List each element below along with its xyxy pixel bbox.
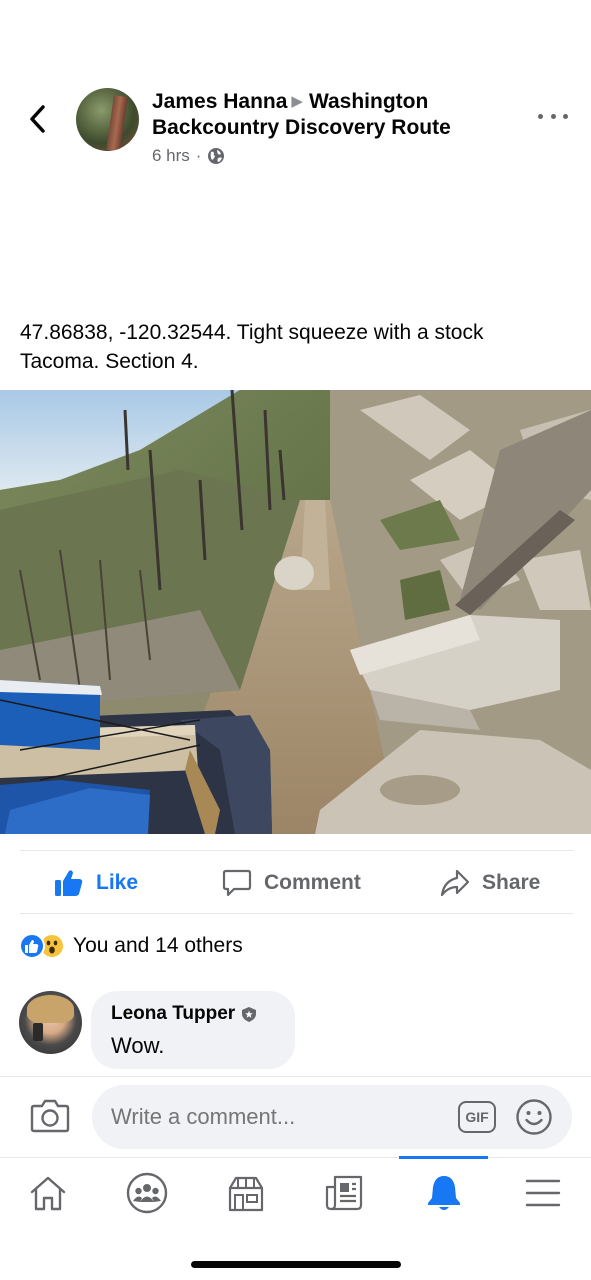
newspaper-icon [325, 1175, 363, 1211]
thumbs-up-icon [55, 870, 83, 896]
menu-icon [525, 1179, 561, 1207]
post-meta: 6 hrs · [152, 146, 225, 166]
admin-badge-icon [242, 1006, 257, 1022]
bottom-tab-bar [0, 1156, 591, 1228]
tab-notifications[interactable] [404, 1158, 484, 1228]
bell-icon [428, 1176, 460, 1210]
comment-text: Wow. [111, 1033, 165, 1058]
back-button[interactable] [22, 104, 52, 134]
like-reaction-icon [19, 933, 45, 959]
reactions-summary[interactable]: You and 14 others [19, 932, 243, 960]
avatar[interactable] [19, 991, 82, 1054]
comment-author[interactable]: Leona Tupper [111, 1003, 257, 1025]
like-button[interactable]: Like [54, 851, 138, 915]
chevron-left-icon [30, 105, 45, 133]
smiley-icon [516, 1099, 552, 1135]
post-header: James Hanna ▶ Washington Backcountry Disco… [0, 86, 591, 176]
share-button[interactable]: Share [440, 851, 540, 915]
post-author-line: James Hanna ▶ Washington Backcountry Disco… [152, 89, 492, 141]
camera-button[interactable] [30, 1097, 70, 1133]
more-options-button[interactable] [538, 106, 568, 126]
globe-icon [208, 148, 225, 164]
share-label: Share [482, 871, 541, 894]
comment-input[interactable] [92, 1085, 572, 1149]
emoji-button[interactable] [515, 1098, 553, 1136]
tab-menu[interactable] [503, 1158, 583, 1228]
comment-bubble-icon [222, 869, 252, 897]
home-indicator [191, 1261, 401, 1268]
post-actions-bar: Like Comment Share [20, 850, 573, 914]
groups-icon [126, 1172, 168, 1214]
post-text: 47.86838, -120.32544. Tight squeeze with… [20, 321, 484, 373]
marketplace-icon [228, 1176, 264, 1212]
author-avatar[interactable] [76, 88, 139, 151]
post-photo[interactable] [0, 390, 591, 834]
camera-icon [30, 1099, 70, 1133]
tab-groups[interactable] [107, 1158, 187, 1228]
tab-marketplace[interactable] [206, 1158, 286, 1228]
post-time[interactable]: 6 hrs [152, 146, 190, 166]
like-label: Like [96, 871, 139, 894]
home-icon [30, 1176, 66, 1211]
author-name[interactable]: James Hanna [152, 90, 287, 113]
arrow-right-icon: ▶ [291, 93, 303, 110]
tab-home[interactable] [8, 1158, 88, 1228]
comment-button[interactable]: Comment [222, 851, 361, 915]
gif-button[interactable]: GIF [458, 1101, 496, 1133]
comment-label: Comment [264, 871, 361, 894]
reactions-text: You and 14 others [73, 934, 243, 957]
comment-bubble[interactable]: Leona Tupper Wow. [91, 991, 295, 1069]
share-arrow-icon [440, 869, 470, 897]
tab-news[interactable] [305, 1158, 385, 1228]
comment-composer: GIF [0, 1076, 591, 1156]
